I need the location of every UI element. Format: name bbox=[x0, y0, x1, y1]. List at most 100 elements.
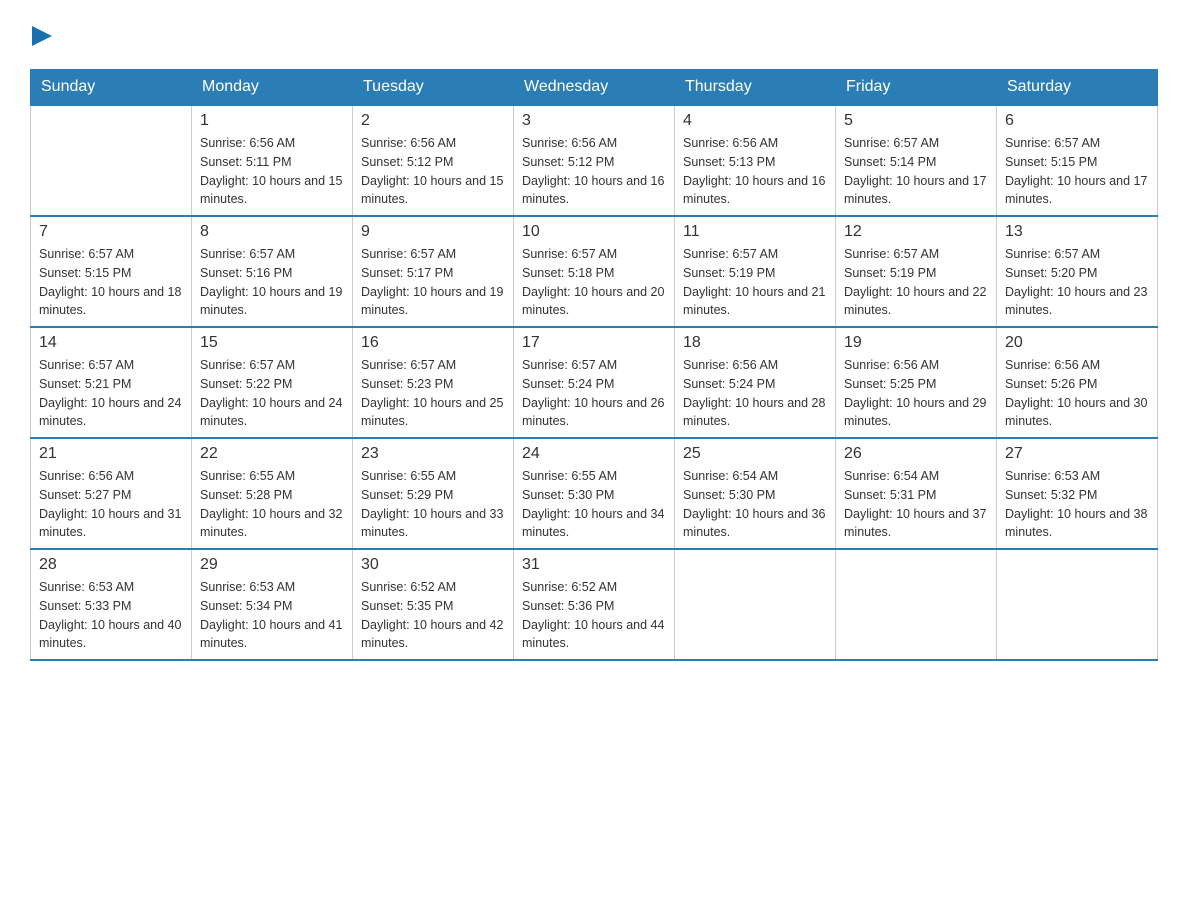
calendar-day-cell: 18 Sunrise: 6:56 AMSunset: 5:24 PMDayligh… bbox=[675, 327, 836, 438]
day-of-week-header: Friday bbox=[836, 70, 997, 106]
calendar-week-row: 28 Sunrise: 6:53 AMSunset: 5:33 PMDayligh… bbox=[31, 549, 1158, 660]
calendar-day-cell: 23 Sunrise: 6:55 AMSunset: 5:29 PMDayligh… bbox=[353, 438, 514, 549]
day-number: 10 bbox=[522, 223, 666, 241]
calendar-day-cell: 4 Sunrise: 6:56 AMSunset: 5:13 PMDaylight… bbox=[675, 105, 836, 216]
calendar-day-cell: 14 Sunrise: 6:57 AMSunset: 5:21 PMDayligh… bbox=[31, 327, 192, 438]
calendar-day-cell: 2 Sunrise: 6:56 AMSunset: 5:12 PMDaylight… bbox=[353, 105, 514, 216]
day-info: Sunrise: 6:56 AMSunset: 5:25 PMDaylight:… bbox=[844, 356, 988, 431]
day-number: 17 bbox=[522, 334, 666, 352]
calendar-day-cell: 11 Sunrise: 6:57 AMSunset: 5:19 PMDayligh… bbox=[675, 216, 836, 327]
day-info: Sunrise: 6:57 AMSunset: 5:14 PMDaylight:… bbox=[844, 134, 988, 209]
calendar-day-cell: 20 Sunrise: 6:56 AMSunset: 5:26 PMDayligh… bbox=[997, 327, 1158, 438]
day-number: 31 bbox=[522, 556, 666, 574]
calendar-table: SundayMondayTuesdayWednesdayThursdayFrid… bbox=[30, 69, 1158, 661]
day-info: Sunrise: 6:57 AMSunset: 5:15 PMDaylight:… bbox=[39, 245, 183, 320]
calendar-day-cell: 31 Sunrise: 6:52 AMSunset: 5:36 PMDayligh… bbox=[514, 549, 675, 660]
calendar-day-cell: 5 Sunrise: 6:57 AMSunset: 5:14 PMDaylight… bbox=[836, 105, 997, 216]
day-number: 20 bbox=[1005, 334, 1149, 352]
calendar-week-row: 21Sunrise: 6:56 AMSunset: 5:27 PMDayligh… bbox=[31, 438, 1158, 549]
calendar-day-cell: 17Sunrise: 6:57 AMSunset: 5:24 PMDayligh… bbox=[514, 327, 675, 438]
day-number: 24 bbox=[522, 445, 666, 463]
day-number: 6 bbox=[1005, 112, 1149, 130]
day-info: Sunrise: 6:57 AMSunset: 5:20 PMDaylight:… bbox=[1005, 245, 1149, 320]
day-info: Sunrise: 6:52 AMSunset: 5:36 PMDaylight:… bbox=[522, 578, 666, 653]
calendar-day-cell: 15Sunrise: 6:57 AMSunset: 5:22 PMDayligh… bbox=[192, 327, 353, 438]
day-of-week-header: Monday bbox=[192, 70, 353, 106]
day-number: 13 bbox=[1005, 223, 1149, 241]
day-info: Sunrise: 6:57 AMSunset: 5:22 PMDaylight:… bbox=[200, 356, 344, 431]
day-number: 27 bbox=[1005, 445, 1149, 463]
day-of-week-header: Saturday bbox=[997, 70, 1158, 106]
day-number: 14 bbox=[39, 334, 183, 352]
calendar-day-cell bbox=[836, 549, 997, 660]
calendar-day-cell bbox=[31, 105, 192, 216]
day-number: 28 bbox=[39, 556, 183, 574]
calendar-day-cell bbox=[997, 549, 1158, 660]
days-of-week-row: SundayMondayTuesdayWednesdayThursdayFrid… bbox=[31, 70, 1158, 106]
day-number: 21 bbox=[39, 445, 183, 463]
calendar-day-cell: 30 Sunrise: 6:52 AMSunset: 5:35 PMDayligh… bbox=[353, 549, 514, 660]
day-number: 16 bbox=[361, 334, 505, 352]
day-number: 2 bbox=[361, 112, 505, 130]
calendar-day-cell: 22Sunrise: 6:55 AMSunset: 5:28 PMDayligh… bbox=[192, 438, 353, 549]
calendar-day-cell: 3Sunrise: 6:56 AMSunset: 5:12 PMDaylight… bbox=[514, 105, 675, 216]
day-number: 29 bbox=[200, 556, 344, 574]
calendar-day-cell: 21Sunrise: 6:56 AMSunset: 5:27 PMDayligh… bbox=[31, 438, 192, 549]
day-of-week-header: Thursday bbox=[675, 70, 836, 106]
calendar-day-cell: 10 Sunrise: 6:57 AMSunset: 5:18 PMDayligh… bbox=[514, 216, 675, 327]
day-number: 4 bbox=[683, 112, 827, 130]
calendar-day-cell: 27 Sunrise: 6:53 AMSunset: 5:32 PMDayligh… bbox=[997, 438, 1158, 549]
calendar-day-cell: 1 Sunrise: 6:56 AMSunset: 5:11 PMDaylight… bbox=[192, 105, 353, 216]
day-info: Sunrise: 6:56 AMSunset: 5:26 PMDaylight:… bbox=[1005, 356, 1149, 431]
calendar-day-cell: 26 Sunrise: 6:54 AMSunset: 5:31 PMDayligh… bbox=[836, 438, 997, 549]
day-number: 23 bbox=[361, 445, 505, 463]
day-info: Sunrise: 6:55 AMSunset: 5:28 PMDaylight:… bbox=[200, 467, 344, 542]
calendar-day-cell: 25Sunrise: 6:54 AMSunset: 5:30 PMDayligh… bbox=[675, 438, 836, 549]
day-number: 26 bbox=[844, 445, 988, 463]
day-number: 3 bbox=[522, 112, 666, 130]
calendar-day-cell: 8 Sunrise: 6:57 AMSunset: 5:16 PMDaylight… bbox=[192, 216, 353, 327]
calendar-week-row: 7Sunrise: 6:57 AMSunset: 5:15 PMDaylight… bbox=[31, 216, 1158, 327]
day-info: Sunrise: 6:57 AMSunset: 5:21 PMDaylight:… bbox=[39, 356, 183, 431]
calendar-body: 1 Sunrise: 6:56 AMSunset: 5:11 PMDaylight… bbox=[31, 105, 1158, 660]
day-info: Sunrise: 6:56 AMSunset: 5:13 PMDaylight:… bbox=[683, 134, 827, 209]
calendar-day-cell: 12Sunrise: 6:57 AMSunset: 5:19 PMDayligh… bbox=[836, 216, 997, 327]
logo-triangle-icon bbox=[32, 26, 52, 46]
day-of-week-header: Tuesday bbox=[353, 70, 514, 106]
day-info: Sunrise: 6:56 AMSunset: 5:12 PMDaylight:… bbox=[361, 134, 505, 209]
calendar-day-cell: 9 Sunrise: 6:57 AMSunset: 5:17 PMDaylight… bbox=[353, 216, 514, 327]
calendar-day-cell: 24Sunrise: 6:55 AMSunset: 5:30 PMDayligh… bbox=[514, 438, 675, 549]
day-info: Sunrise: 6:55 AMSunset: 5:29 PMDaylight:… bbox=[361, 467, 505, 542]
day-info: Sunrise: 6:57 AMSunset: 5:17 PMDaylight:… bbox=[361, 245, 505, 320]
page-header bbox=[30, 24, 1158, 51]
day-number: 12 bbox=[844, 223, 988, 241]
day-info: Sunrise: 6:54 AMSunset: 5:31 PMDaylight:… bbox=[844, 467, 988, 542]
day-number: 30 bbox=[361, 556, 505, 574]
day-info: Sunrise: 6:56 AMSunset: 5:24 PMDaylight:… bbox=[683, 356, 827, 431]
day-of-week-header: Sunday bbox=[31, 70, 192, 106]
day-number: 9 bbox=[361, 223, 505, 241]
day-info: Sunrise: 6:56 AMSunset: 5:11 PMDaylight:… bbox=[200, 134, 344, 209]
day-number: 1 bbox=[200, 112, 344, 130]
calendar-week-row: 14 Sunrise: 6:57 AMSunset: 5:21 PMDayligh… bbox=[31, 327, 1158, 438]
day-number: 19 bbox=[844, 334, 988, 352]
day-info: Sunrise: 6:53 AMSunset: 5:32 PMDaylight:… bbox=[1005, 467, 1149, 542]
calendar-day-cell bbox=[675, 549, 836, 660]
calendar-header: SundayMondayTuesdayWednesdayThursdayFrid… bbox=[31, 70, 1158, 106]
day-info: Sunrise: 6:57 AMSunset: 5:18 PMDaylight:… bbox=[522, 245, 666, 320]
calendar-day-cell: 13 Sunrise: 6:57 AMSunset: 5:20 PMDayligh… bbox=[997, 216, 1158, 327]
logo bbox=[30, 24, 52, 51]
calendar-day-cell: 6Sunrise: 6:57 AMSunset: 5:15 PMDaylight… bbox=[997, 105, 1158, 216]
calendar-week-row: 1 Sunrise: 6:56 AMSunset: 5:11 PMDaylight… bbox=[31, 105, 1158, 216]
day-number: 11 bbox=[683, 223, 827, 241]
day-info: Sunrise: 6:57 AMSunset: 5:19 PMDaylight:… bbox=[683, 245, 827, 320]
day-info: Sunrise: 6:52 AMSunset: 5:35 PMDaylight:… bbox=[361, 578, 505, 653]
day-number: 5 bbox=[844, 112, 988, 130]
day-of-week-header: Wednesday bbox=[514, 70, 675, 106]
day-number: 8 bbox=[200, 223, 344, 241]
day-info: Sunrise: 6:53 AMSunset: 5:33 PMDaylight:… bbox=[39, 578, 183, 653]
day-number: 25 bbox=[683, 445, 827, 463]
day-info: Sunrise: 6:57 AMSunset: 5:16 PMDaylight:… bbox=[200, 245, 344, 320]
calendar-day-cell: 19 Sunrise: 6:56 AMSunset: 5:25 PMDayligh… bbox=[836, 327, 997, 438]
day-number: 18 bbox=[683, 334, 827, 352]
